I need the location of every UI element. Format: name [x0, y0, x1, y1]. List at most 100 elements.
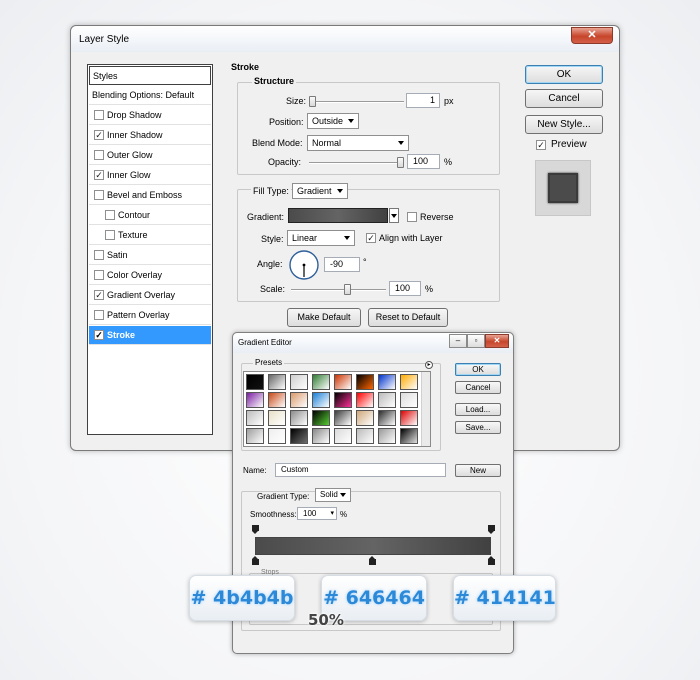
- preset-swatch[interactable]: [356, 428, 374, 444]
- style-item-pattern-overlay[interactable]: Pattern Overlay: [89, 306, 211, 325]
- smoothness-input[interactable]: 100 ▾: [297, 507, 337, 520]
- style-dropdown[interactable]: Linear: [287, 230, 355, 246]
- preset-swatch[interactable]: [268, 392, 286, 408]
- style-checkbox[interactable]: [94, 150, 104, 160]
- close-button[interactable]: ✕: [571, 27, 613, 44]
- preset-swatch[interactable]: [246, 392, 264, 408]
- opacity-input[interactable]: 100: [407, 154, 440, 169]
- ok-button[interactable]: OK: [525, 65, 603, 84]
- preset-swatch[interactable]: [290, 410, 308, 426]
- preview-checkbox[interactable]: ✓: [536, 140, 546, 150]
- preset-swatch[interactable]: [268, 374, 286, 390]
- gradient-picker[interactable]: [288, 208, 388, 223]
- preset-swatch[interactable]: [312, 374, 330, 390]
- opacity-stop-right[interactable]: [488, 525, 495, 534]
- preset-swatch[interactable]: [312, 392, 330, 408]
- scale-slider-thumb[interactable]: [343, 284, 351, 295]
- preset-swatch[interactable]: [268, 410, 286, 426]
- align-with-layer-checkbox[interactable]: ✓: [366, 233, 376, 243]
- preset-swatch[interactable]: [400, 410, 418, 426]
- style-checkbox[interactable]: ✓: [94, 130, 104, 140]
- style-checkbox[interactable]: ✓: [94, 330, 104, 340]
- preset-swatch[interactable]: [400, 428, 418, 444]
- size-input[interactable]: 1: [406, 93, 440, 108]
- color-stop-left[interactable]: [252, 556, 259, 565]
- preset-swatch[interactable]: [356, 392, 374, 408]
- ge-cancel-button[interactable]: Cancel: [455, 381, 501, 394]
- color-stop-right[interactable]: [488, 556, 495, 565]
- preset-swatch[interactable]: [312, 410, 330, 426]
- preset-swatch[interactable]: [290, 428, 308, 444]
- gradient-type-dropdown[interactable]: Solid: [315, 488, 351, 502]
- style-item-color-overlay[interactable]: Color Overlay: [89, 266, 211, 285]
- gradient-bar[interactable]: [255, 537, 491, 555]
- preset-swatch[interactable]: [378, 428, 396, 444]
- style-item-contour[interactable]: Contour: [89, 206, 211, 225]
- style-item-blending-options-default[interactable]: Blending Options: Default: [89, 86, 211, 105]
- size-slider-thumb[interactable]: [309, 96, 316, 107]
- style-checkbox[interactable]: ✓: [94, 290, 104, 300]
- color-stop-middle[interactable]: [369, 556, 376, 565]
- blend-mode-dropdown[interactable]: Normal: [307, 135, 409, 151]
- style-item-gradient-overlay[interactable]: ✓ Gradient Overlay: [89, 286, 211, 305]
- close-button[interactable]: ✕: [485, 334, 509, 348]
- style-checkbox[interactable]: [94, 110, 104, 120]
- minimize-button[interactable]: –: [449, 334, 467, 348]
- preset-swatch[interactable]: [334, 392, 352, 408]
- style-item-bevel-and-emboss[interactable]: Bevel and Emboss: [89, 186, 211, 205]
- angle-input[interactable]: -90: [324, 257, 360, 272]
- ge-ok-button[interactable]: OK: [455, 363, 501, 376]
- new-button[interactable]: New: [455, 464, 501, 477]
- preset-swatch[interactable]: [290, 392, 308, 408]
- style-checkbox[interactable]: [105, 230, 115, 240]
- preset-swatch[interactable]: [246, 374, 264, 390]
- save-button[interactable]: Save...: [455, 421, 501, 434]
- style-item-inner-glow[interactable]: ✓ Inner Glow: [89, 166, 211, 185]
- presets-scrollbar[interactable]: [421, 372, 430, 446]
- preset-swatch[interactable]: [268, 428, 286, 444]
- reset-to-default-button[interactable]: Reset to Default: [368, 308, 448, 327]
- position-dropdown[interactable]: Outside: [307, 113, 359, 129]
- preset-swatch[interactable]: [378, 410, 396, 426]
- style-checkbox[interactable]: ✓: [94, 170, 104, 180]
- preset-swatch[interactable]: [400, 374, 418, 390]
- style-item-outer-glow[interactable]: Outer Glow: [89, 146, 211, 165]
- opacity-slider-thumb[interactable]: [397, 157, 404, 168]
- preset-swatch[interactable]: [400, 392, 418, 408]
- style-checkbox[interactable]: [94, 250, 104, 260]
- style-item-inner-shadow[interactable]: ✓ Inner Shadow: [89, 126, 211, 145]
- preset-swatch[interactable]: [312, 428, 330, 444]
- style-checkbox[interactable]: [94, 310, 104, 320]
- preset-swatch[interactable]: [246, 428, 264, 444]
- style-checkbox[interactable]: [105, 210, 115, 220]
- name-input[interactable]: Custom: [275, 463, 446, 477]
- preset-swatch[interactable]: [356, 374, 374, 390]
- fill-type-dropdown[interactable]: Gradient: [292, 183, 348, 199]
- preset-swatch[interactable]: [246, 410, 264, 426]
- preset-swatch[interactable]: [334, 374, 352, 390]
- new-style-button[interactable]: New Style...: [525, 115, 603, 134]
- presets-menu-icon[interactable]: ▸: [425, 361, 433, 369]
- preset-swatch[interactable]: [356, 410, 374, 426]
- style-item-drop-shadow[interactable]: Drop Shadow: [89, 106, 211, 125]
- scale-input[interactable]: 100: [389, 281, 421, 296]
- preset-swatch[interactable]: [378, 392, 396, 408]
- reverse-checkbox[interactable]: [407, 212, 417, 222]
- angle-dial[interactable]: [288, 249, 320, 281]
- style-checkbox[interactable]: [94, 270, 104, 280]
- style-item-satin[interactable]: Satin: [89, 246, 211, 265]
- preset-swatch[interactable]: [290, 374, 308, 390]
- style-checkbox[interactable]: [94, 190, 104, 200]
- gradient-dropdown-button[interactable]: [389, 208, 399, 223]
- style-item-stroke[interactable]: ✓ Stroke: [89, 326, 211, 345]
- make-default-button[interactable]: Make Default: [287, 308, 361, 327]
- cancel-button[interactable]: Cancel: [525, 89, 603, 108]
- load-button[interactable]: Load...: [455, 403, 501, 416]
- style-item-texture[interactable]: Texture: [89, 226, 211, 245]
- maximize-button[interactable]: ▫: [467, 334, 485, 348]
- preset-swatch[interactable]: [334, 428, 352, 444]
- preset-swatch[interactable]: [378, 374, 396, 390]
- preset-swatch[interactable]: [334, 410, 352, 426]
- style-item-styles[interactable]: Styles: [89, 66, 211, 85]
- opacity-stop-left[interactable]: [252, 525, 259, 534]
